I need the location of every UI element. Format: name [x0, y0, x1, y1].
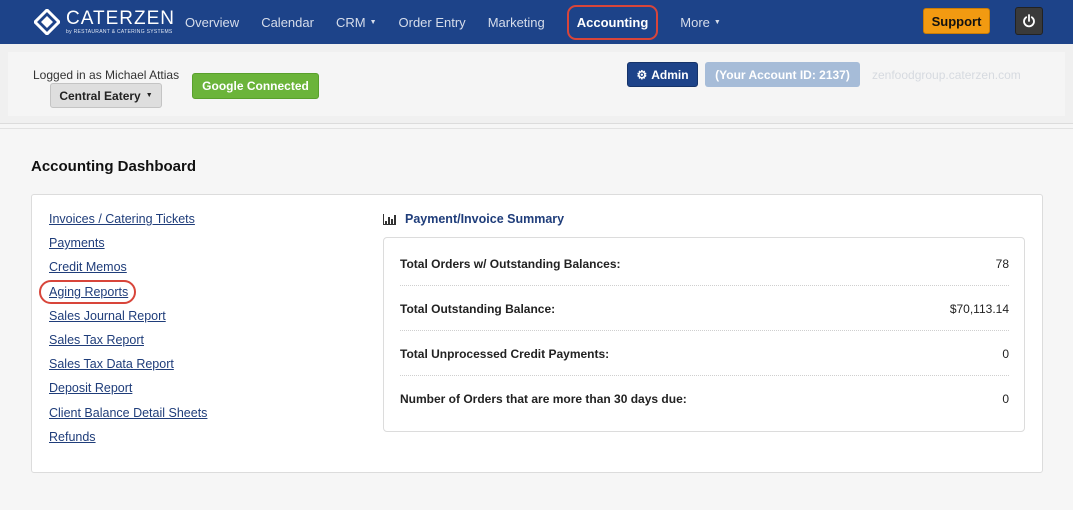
- summary-row: Total Outstanding Balance: $70,113.14: [400, 286, 1009, 331]
- google-connected-button[interactable]: Google Connected: [192, 73, 319, 99]
- logo-name: CATERZEN: [66, 8, 175, 29]
- gear-icon: ⚙: [636, 67, 648, 82]
- page-divider: [0, 128, 1073, 129]
- summary-value: 0: [1002, 346, 1009, 361]
- top-navbar: CATERZEN by RESTAURANT & CATERING SYSTEM…: [0, 0, 1073, 44]
- caret-down-icon: ▼: [145, 92, 153, 99]
- summary-label: Total Unprocessed Credit Payments:: [400, 346, 610, 361]
- link-payments[interactable]: Payments: [49, 236, 207, 260]
- nav-label: Overview: [185, 14, 240, 30]
- link-refunds[interactable]: Refunds: [49, 430, 207, 454]
- account-url: zenfoodgroup.caterzen.com: [872, 68, 1021, 82]
- nav-label: Calendar: [261, 14, 314, 30]
- store-dropdown[interactable]: Central Eatery ▼: [50, 83, 162, 108]
- nav-label: Order Entry: [398, 14, 466, 30]
- summary-value: $70,113.14: [949, 301, 1009, 316]
- summary-label: Total Orders w/ Outstanding Balances:: [400, 256, 621, 271]
- account-bar-background: [8, 52, 1065, 116]
- summary-value: 78: [995, 256, 1009, 271]
- account-id-badge: (Your Account ID: 2137): [705, 62, 860, 87]
- nav-more[interactable]: More ▼: [669, 0, 732, 44]
- nav-overview[interactable]: Overview: [174, 0, 250, 44]
- highlight-circle: [39, 280, 136, 304]
- main-nav: Overview Calendar CRM ▼ Order Entry Marke…: [174, 0, 732, 44]
- logout-button[interactable]: [1015, 7, 1043, 35]
- summary-label: Total Outstanding Balance:: [400, 301, 556, 316]
- bar-chart-icon: [383, 213, 396, 225]
- summary-box: Total Orders w/ Outstanding Balances: 78…: [383, 237, 1025, 432]
- link-client-balance-detail-sheets[interactable]: Client Balance Detail Sheets: [49, 406, 207, 430]
- summary-title: Payment/Invoice Summary: [405, 212, 565, 226]
- admin-label: Admin: [651, 67, 689, 82]
- caret-down-icon: ▼: [369, 18, 377, 26]
- account-bar: Logged in as Michael Attias Central Eate…: [0, 44, 1073, 124]
- logo-diamond-icon: [34, 9, 60, 35]
- link-sales-tax-report[interactable]: Sales Tax Report: [49, 333, 207, 357]
- nav-label: Accounting: [566, 4, 659, 40]
- admin-button[interactable]: ⚙ Admin: [627, 62, 698, 87]
- support-button[interactable]: Support: [923, 8, 990, 34]
- nav-order-entry[interactable]: Order Entry: [388, 0, 477, 44]
- power-icon: [1023, 14, 1035, 28]
- nav-calendar[interactable]: Calendar: [250, 0, 325, 44]
- link-invoices[interactable]: Invoices / Catering Tickets: [49, 212, 207, 236]
- page-title: Accounting Dashboard: [31, 158, 197, 175]
- nav-accounting[interactable]: Accounting: [556, 0, 670, 44]
- summary-row: Number of Orders that are more than 30 d…: [400, 376, 1009, 421]
- store-label: Central Eatery: [59, 88, 141, 103]
- nav-label: Marketing: [487, 14, 545, 30]
- accounting-links: Invoices / Catering Tickets Payments Cre…: [49, 212, 207, 454]
- summary-row: Total Unprocessed Credit Payments: 0: [400, 331, 1009, 376]
- logo-tagline: by RESTAURANT & CATERING SYSTEMS: [66, 29, 173, 35]
- caterzen-logo[interactable]: CATERZEN by RESTAURANT & CATERING SYSTEM…: [34, 8, 175, 36]
- caret-down-icon: ▼: [713, 18, 721, 26]
- summary-header: Payment/Invoice Summary: [383, 212, 564, 226]
- nav-marketing[interactable]: Marketing: [477, 0, 556, 44]
- logged-in-text: Logged in as Michael Attias: [33, 68, 180, 82]
- summary-row: Total Orders w/ Outstanding Balances: 78: [400, 241, 1009, 286]
- summary-label: Number of Orders that are more than 30 d…: [400, 391, 687, 406]
- nav-label: CRM: [335, 14, 366, 30]
- link-sales-journal-report[interactable]: Sales Journal Report: [49, 309, 207, 333]
- link-deposit-report[interactable]: Deposit Report: [49, 381, 207, 405]
- link-sales-tax-data-report[interactable]: Sales Tax Data Report: [49, 357, 207, 381]
- nav-label: More: [680, 14, 710, 30]
- summary-value: 0: [1002, 391, 1009, 406]
- nav-crm[interactable]: CRM ▼: [325, 0, 388, 44]
